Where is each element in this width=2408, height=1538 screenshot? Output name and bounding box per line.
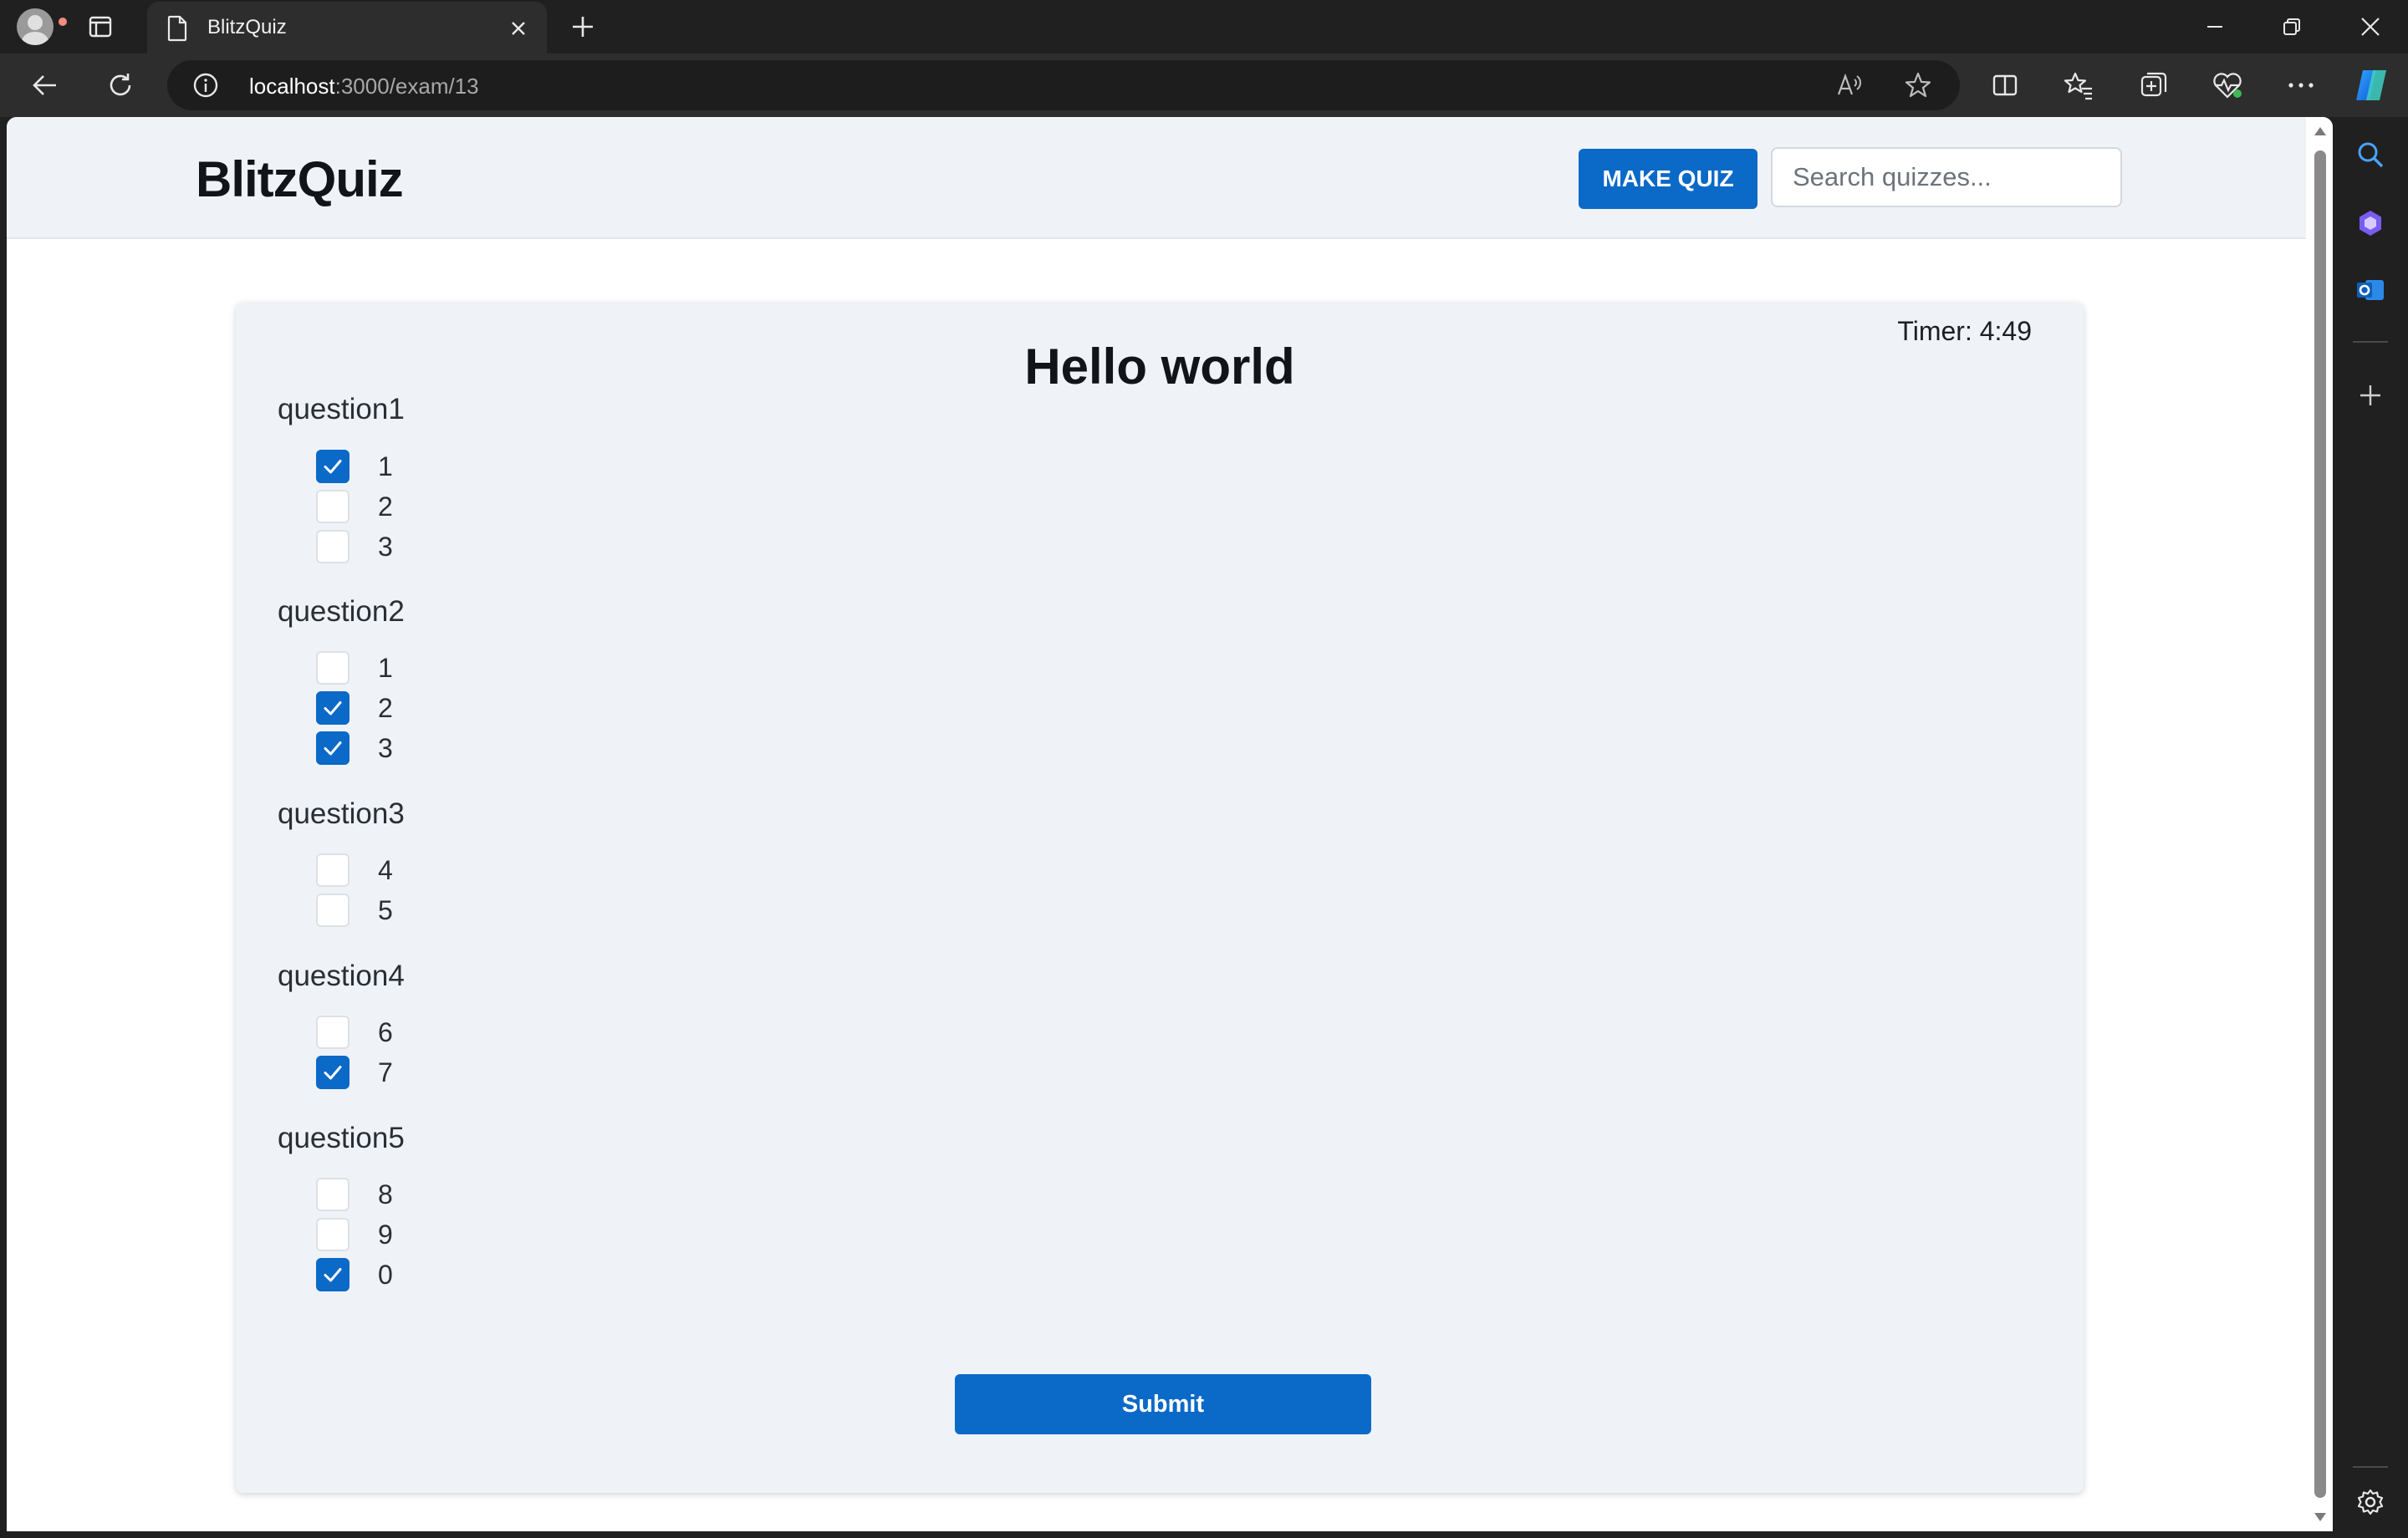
profile-button[interactable] — [15, 8, 69, 46]
option-checkbox[interactable] — [316, 1056, 349, 1089]
option-label: 3 — [378, 732, 393, 763]
page-viewport: BlitzQuiz MAKE QUIZ Timer: 4:49 Hello wo… — [7, 117, 2333, 1531]
option-label: 2 — [378, 692, 393, 723]
answer-option[interactable]: 3 — [316, 730, 393, 766]
answer-option[interactable]: 2 — [316, 690, 393, 726]
sidebar-divider — [2353, 1466, 2388, 1468]
read-aloud-icon[interactable] — [1833, 70, 1866, 100]
question-title: question5 — [278, 1122, 405, 1154]
answer-option[interactable]: 9 — [316, 1216, 393, 1253]
address-bar[interactable]: localhost:3000/exam/13 — [167, 60, 1960, 110]
answer-option[interactable]: 8 — [316, 1176, 393, 1213]
answer-option[interactable]: 4 — [316, 852, 393, 889]
option-checkbox[interactable] — [316, 894, 349, 927]
scroll-down-icon[interactable] — [2314, 1513, 2326, 1521]
notification-dot — [57, 16, 69, 28]
add-favorite-icon[interactable] — [1901, 70, 1935, 100]
site-navbar: BlitzQuiz MAKE QUIZ — [7, 117, 2306, 239]
answer-option[interactable]: 1 — [316, 448, 393, 485]
copilot-sidebar-icon[interactable] — [2351, 204, 2390, 242]
option-label: 5 — [378, 894, 393, 925]
new-tab-icon[interactable] — [565, 10, 600, 43]
page-scrollbar[interactable] — [2306, 117, 2333, 1531]
favorites-icon[interactable] — [2059, 67, 2099, 104]
close-tab-icon[interactable] — [502, 12, 535, 45]
search-icon[interactable] — [2351, 135, 2390, 174]
option-checkbox[interactable] — [316, 450, 349, 483]
question-title: question2 — [278, 595, 405, 628]
answer-option[interactable]: 5 — [316, 892, 393, 929]
option-label: 0 — [378, 1259, 393, 1290]
url-text[interactable]: localhost:3000/exam/13 — [249, 74, 479, 99]
url-host: localhost — [249, 74, 335, 99]
option-checkbox[interactable] — [316, 691, 349, 725]
submit-button[interactable]: Submit — [955, 1374, 1371, 1434]
split-screen-icon[interactable] — [1985, 67, 2025, 104]
browser-tab-bar: BlitzQuiz — [0, 0, 2408, 53]
back-icon[interactable] — [25, 67, 65, 104]
site-info-icon[interactable] — [192, 72, 219, 103]
option-label: 7 — [378, 1057, 393, 1087]
answer-option[interactable]: 6 — [316, 1014, 393, 1051]
option-label: 1 — [378, 451, 393, 481]
option-label: 8 — [378, 1179, 393, 1210]
question-title: question4 — [278, 960, 405, 992]
scroll-up-icon[interactable] — [2314, 127, 2326, 135]
option-checkbox[interactable] — [316, 490, 349, 523]
avatar — [17, 8, 54, 45]
check-icon — [324, 1066, 342, 1080]
check-icon — [324, 701, 342, 716]
option-checkbox[interactable] — [316, 731, 349, 765]
check-icon — [324, 741, 342, 756]
answer-option[interactable]: 3 — [316, 528, 393, 565]
url-path: :3000/exam/13 — [334, 74, 479, 99]
option-checkbox[interactable] — [316, 530, 349, 563]
exam-title: Hello world — [1024, 339, 1295, 395]
refresh-icon[interactable] — [100, 67, 140, 104]
browser-essentials-icon[interactable] — [2207, 67, 2247, 104]
answer-option[interactable]: 0 — [316, 1256, 393, 1293]
exam-card: Timer: 4:49 Hello world question1 1 2 3 … — [236, 303, 2084, 1493]
collections-icon[interactable] — [2134, 67, 2174, 104]
option-checkbox[interactable] — [316, 853, 349, 887]
restore-icon[interactable] — [2271, 10, 2313, 43]
add-sidebar-app-icon[interactable] — [2351, 376, 2390, 415]
close-window-icon[interactable] — [2349, 10, 2391, 43]
settings-gear-icon[interactable] — [2351, 1483, 2390, 1521]
option-label: 4 — [378, 854, 393, 885]
sidebar-divider — [2353, 341, 2388, 343]
tab-title: BlitzQuiz — [207, 16, 287, 38]
copilot-icon[interactable] — [2349, 64, 2393, 107]
check-icon — [324, 1268, 342, 1282]
option-checkbox[interactable] — [316, 1258, 349, 1291]
option-label: 6 — [378, 1016, 393, 1047]
answer-option[interactable]: 2 — [316, 488, 393, 525]
answer-option[interactable]: 7 — [316, 1054, 393, 1091]
question-title: question1 — [278, 393, 405, 425]
question-title: question3 — [278, 797, 405, 830]
option-label: 3 — [378, 531, 393, 562]
page-icon — [166, 15, 189, 46]
minimize-icon[interactable] — [2194, 10, 2236, 43]
make-quiz-button[interactable]: MAKE QUIZ — [1579, 149, 1758, 209]
active-tab[interactable]: BlitzQuiz — [147, 2, 547, 53]
browser-sidebar — [2333, 117, 2408, 1538]
option-label: 9 — [378, 1219, 393, 1250]
more-options-icon[interactable] — [2281, 67, 2321, 104]
option-label: 1 — [378, 652, 393, 683]
check-icon — [324, 460, 342, 474]
tab-actions-button[interactable] — [80, 10, 120, 43]
option-checkbox[interactable] — [316, 1178, 349, 1211]
option-label: 2 — [378, 491, 393, 522]
option-checkbox[interactable] — [316, 1016, 349, 1049]
brand-logo[interactable]: BlitzQuiz — [196, 150, 404, 208]
option-checkbox[interactable] — [316, 1218, 349, 1251]
search-input[interactable] — [1771, 147, 2122, 207]
option-checkbox[interactable] — [316, 651, 349, 685]
answer-option[interactable]: 1 — [316, 649, 393, 686]
tab-actions-icon — [89, 16, 112, 38]
scrollbar-thumb[interactable] — [2314, 150, 2326, 1498]
outlook-icon[interactable] — [2351, 271, 2390, 309]
browser-toolbar: localhost:3000/exam/13 — [0, 53, 2408, 117]
